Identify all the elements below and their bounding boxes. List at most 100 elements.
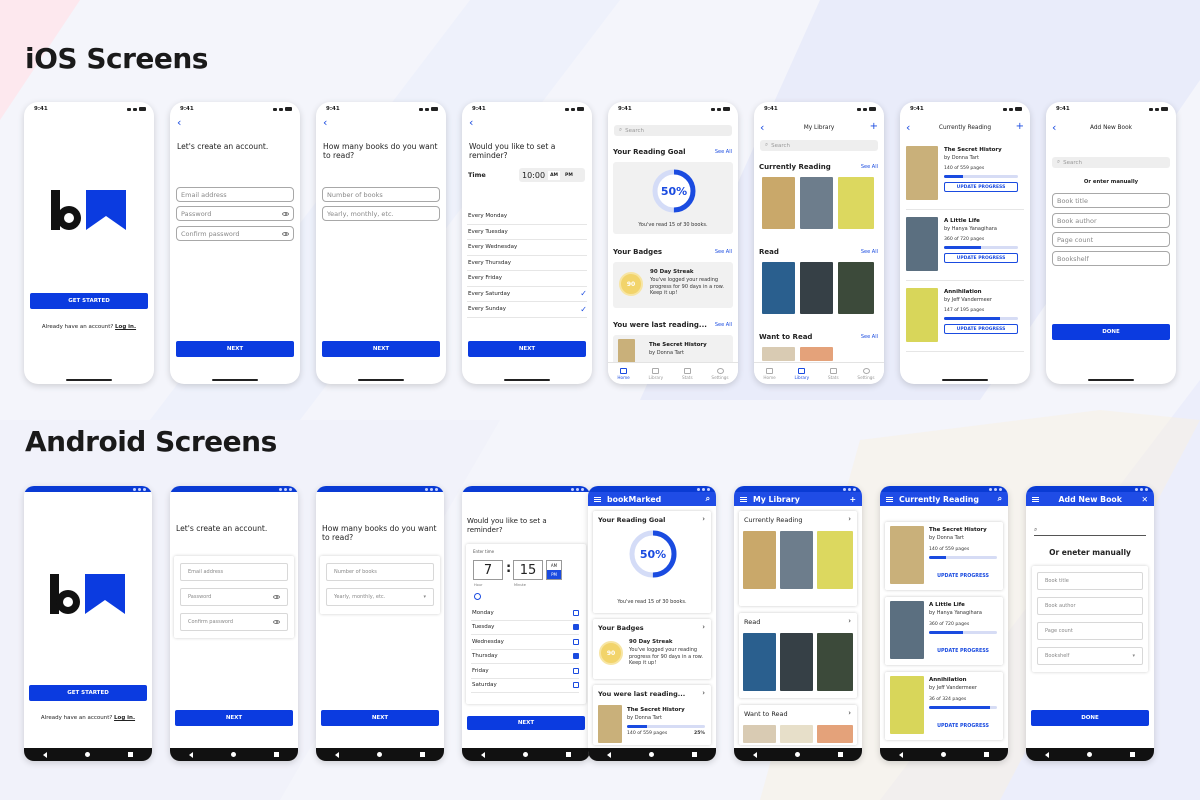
reading-card[interactable]: A Little Life by Hanya Yanagihara 360 of 7… (885, 597, 1003, 665)
book-cover[interactable] (780, 633, 813, 691)
next-button[interactable]: NEXT (321, 710, 439, 726)
back-icon[interactable] (753, 751, 757, 758)
day-row[interactable]: Every Sunday ✓ (467, 302, 587, 318)
password-field[interactable]: Password (176, 206, 294, 221)
see-all-link[interactable]: See All (715, 249, 732, 255)
update-progress-button[interactable]: UPDATE PROGRESS (929, 574, 997, 579)
home-icon[interactable] (941, 752, 946, 757)
update-progress-button[interactable]: UPDATE PROGRESS (944, 253, 1018, 263)
next-button[interactable]: NEXT (322, 341, 440, 357)
book-cover[interactable] (743, 725, 776, 743)
badge-card[interactable]: 90 90 Day Streak You've logged your read… (613, 262, 733, 308)
confirm-password-field[interactable]: Confirm password (180, 613, 288, 631)
recents-icon[interactable] (692, 752, 697, 757)
done-button[interactable]: DONE (1052, 324, 1170, 340)
day-row[interactable]: Every Tuesday (467, 225, 587, 240)
get-started-button[interactable]: GET STARTED (29, 685, 147, 701)
update-progress-button[interactable]: UPDATE PROGRESS (929, 649, 997, 654)
recents-icon[interactable] (566, 752, 571, 757)
reading-list-item[interactable]: Annihilation by Jeff Vandermeer 147 of 195… (906, 286, 1024, 352)
close-icon[interactable]: ✕ (1141, 495, 1148, 504)
book-cover[interactable] (743, 531, 776, 589)
home-icon[interactable] (85, 752, 90, 757)
menu-icon[interactable] (594, 496, 601, 502)
checkbox-icon[interactable] (573, 624, 579, 631)
reading-list-item[interactable]: A Little Life by Hanya Yanagihara 360 of 7… (906, 215, 1024, 281)
recents-icon[interactable] (838, 752, 843, 757)
reading-list-item[interactable]: The Secret History by Donna Tart 140 of 55… (906, 144, 1024, 210)
checkbox-icon[interactable] (573, 667, 579, 674)
day-row[interactable]: Monday (471, 606, 579, 621)
home-icon[interactable] (795, 752, 800, 757)
checkbox-icon[interactable] (573, 638, 579, 645)
pm-option[interactable]: PM (547, 570, 561, 579)
password-field[interactable]: Password (180, 588, 288, 606)
book-cover[interactable] (762, 262, 795, 314)
book-cover[interactable] (762, 177, 795, 229)
recents-icon[interactable] (984, 752, 989, 757)
menu-icon[interactable] (1032, 496, 1039, 502)
last-book-card[interactable]: The Secret History by Donna Tart (613, 335, 733, 365)
search-input[interactable]: ⌕ (1034, 526, 1146, 536)
back-icon[interactable]: ‹ (170, 116, 300, 130)
menu-icon[interactable] (740, 496, 747, 502)
eye-icon[interactable] (273, 620, 280, 624)
see-all-link[interactable]: See All (715, 149, 732, 155)
day-row[interactable]: Saturday (471, 679, 579, 693)
book-cover[interactable] (743, 633, 776, 691)
read-shelf-card[interactable]: Read › (739, 613, 857, 698)
add-icon[interactable]: + (1016, 121, 1024, 132)
back-icon[interactable] (1045, 751, 1049, 758)
update-progress-button[interactable]: UPDATE PROGRESS (929, 724, 997, 729)
add-icon[interactable]: + (849, 495, 856, 504)
book-cover[interactable] (780, 531, 813, 589)
day-row[interactable]: Friday (471, 664, 579, 679)
checkbox-icon[interactable] (573, 609, 579, 616)
back-icon[interactable] (43, 751, 47, 758)
bookshelf-dropdown[interactable]: Bookshelf ▾ (1037, 647, 1143, 665)
tab-settings[interactable]: Settings (857, 367, 875, 380)
confirm-password-field[interactable]: Confirm password (176, 226, 294, 241)
time-picker[interactable]: 10:00 AM PM (519, 168, 585, 182)
bookshelf-field[interactable]: Bookshelf (1052, 251, 1170, 266)
book-title-field[interactable]: Book title (1052, 193, 1170, 208)
get-started-button[interactable]: GET STARTED (30, 293, 148, 309)
badge-card[interactable]: Your Badges › 90 90 Day Streak You've lo… (593, 619, 711, 679)
eye-icon[interactable] (282, 231, 289, 236)
back-icon[interactable] (607, 751, 611, 758)
tab-stats[interactable]: Stats (682, 367, 693, 380)
book-cover[interactable] (838, 177, 874, 229)
day-row[interactable]: Every Friday (467, 271, 587, 287)
back-icon[interactable]: ‹ (462, 116, 592, 130)
book-cover[interactable] (800, 262, 833, 314)
hour-input[interactable]: 7 (473, 560, 503, 580)
search-icon[interactable]: ⌕ (998, 494, 1002, 504)
tab-home[interactable]: Home (617, 367, 630, 380)
back-icon[interactable]: ‹ (316, 116, 446, 130)
update-progress-button[interactable]: UPDATE PROGRESS (944, 324, 1018, 334)
minute-input[interactable]: 15 (513, 560, 543, 580)
next-button[interactable]: NEXT (176, 341, 294, 357)
home-icon[interactable] (1087, 752, 1092, 757)
see-all-link[interactable]: See All (715, 322, 732, 328)
am-option[interactable]: AM (547, 561, 561, 570)
see-all-link[interactable]: See All (861, 334, 878, 340)
period-dropdown[interactable]: Yearly, monthly, etc. ▾ (326, 588, 434, 606)
book-cover[interactable] (780, 725, 813, 743)
login-link[interactable]: Log in. (115, 324, 136, 330)
next-button[interactable]: NEXT (467, 716, 585, 730)
tab-settings[interactable]: Settings (711, 367, 729, 380)
recents-icon[interactable] (128, 752, 133, 757)
pm-toggle[interactable]: PM (563, 171, 575, 180)
page-count-field[interactable]: Page count (1037, 622, 1143, 640)
email-field[interactable]: Email address (176, 187, 294, 202)
eye-icon[interactable] (282, 211, 289, 216)
want-shelf-card[interactable]: Want to Read › (739, 705, 857, 745)
back-icon[interactable] (481, 751, 485, 758)
period-field[interactable]: Yearly, monthly, etc. (322, 206, 440, 221)
see-all-link[interactable]: See All (861, 249, 878, 255)
day-row[interactable]: Every Monday (467, 209, 587, 225)
current-shelf-card[interactable]: Currently Reading › (739, 511, 857, 606)
see-all-link[interactable]: See All (861, 164, 878, 170)
am-toggle[interactable]: AM (548, 170, 561, 180)
